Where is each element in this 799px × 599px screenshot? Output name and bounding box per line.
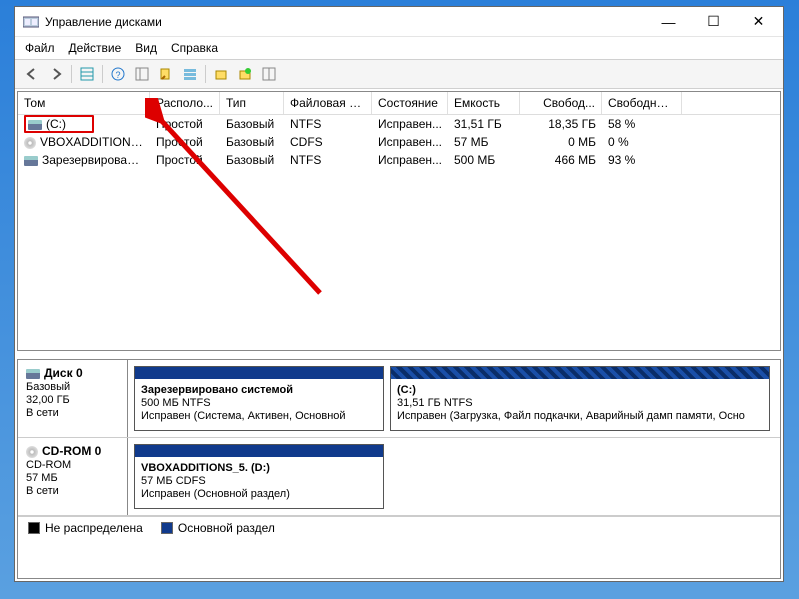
disk-label: Диск 0Базовый32,00 ГБВ сети [18,360,128,437]
table-header: Том Располо... Тип Файловая с... Состоян… [18,92,780,115]
partition[interactable]: VBOXADDITIONS_5. (D:)57 МБ CDFSИсправен … [134,444,384,509]
col-type[interactable]: Тип [220,92,284,114]
partition[interactable]: Зарезервировано системой500 МБ NTFSИспра… [134,366,384,431]
properties-icon[interactable] [155,63,177,85]
disk-row: Диск 0Базовый32,00 ГБВ сетиЗарезервирова… [18,360,780,438]
graphical-view: Диск 0Базовый32,00 ГБВ сетиЗарезервирова… [17,359,781,579]
action1-icon[interactable] [210,63,232,85]
table-row[interactable]: Зарезервировано...ПростойБазовыйNTFSИспр… [18,151,780,169]
disk-management-icon [23,15,39,29]
table-body: (C:)ПростойБазовыйNTFSИсправен...31,51 Г… [18,115,780,350]
legend-primary: Основной раздел [161,521,275,535]
svg-text:?: ? [115,70,120,80]
maximize-button[interactable]: ☐ [691,7,736,36]
window-title: Управление дисками [45,15,646,29]
legend: Не распределена Основной раздел [18,516,780,539]
volume-table: Том Располо... Тип Файловая с... Состоян… [17,91,781,351]
disk-label: CD-ROM 0CD-ROM57 МБВ сети [18,438,128,515]
minimize-button[interactable]: — [646,7,691,36]
col-layout[interactable]: Располо... [150,92,220,114]
action3-icon[interactable] [258,63,280,85]
table-row[interactable]: VBOXADDITIONS_...ПростойБазовыйCDFSИспра… [18,133,780,151]
table-view-icon[interactable] [76,63,98,85]
content-area: Том Располо... Тип Файловая с... Состоян… [15,89,783,581]
close-button[interactable]: ✕ [736,7,781,36]
menu-view[interactable]: Вид [135,41,157,55]
list-icon[interactable] [179,63,201,85]
toolbar: ? [15,59,783,89]
col-volume[interactable]: Том [18,92,150,114]
col-capacity[interactable]: Емкость [448,92,520,114]
col-free[interactable]: Свобод... [520,92,602,114]
disk-management-window: Управление дисками — ☐ ✕ Файл Действие В… [14,6,784,582]
forward-button[interactable] [45,63,67,85]
action2-icon[interactable] [234,63,256,85]
menu-file[interactable]: Файл [25,41,55,55]
col-status[interactable]: Состояние [372,92,448,114]
menu-help[interactable]: Справка [171,41,218,55]
disk-row: CD-ROM 0CD-ROM57 МБВ сетиVBOXADDITIONS_5… [18,438,780,516]
menu-action[interactable]: Действие [69,41,122,55]
col-freepct[interactable]: Свободно % [602,92,682,114]
legend-unallocated: Не распределена [28,521,143,535]
partition[interactable]: (C:)31,51 ГБ NTFSИсправен (Загрузка, Фай… [390,366,770,431]
menubar: Файл Действие Вид Справка [15,37,783,59]
help-icon[interactable]: ? [107,63,129,85]
titlebar[interactable]: Управление дисками — ☐ ✕ [15,7,783,37]
table-row[interactable]: (C:)ПростойБазовыйNTFSИсправен...31,51 Г… [18,115,780,133]
settings-icon[interactable] [131,63,153,85]
col-fs[interactable]: Файловая с... [284,92,372,114]
back-button[interactable] [21,63,43,85]
